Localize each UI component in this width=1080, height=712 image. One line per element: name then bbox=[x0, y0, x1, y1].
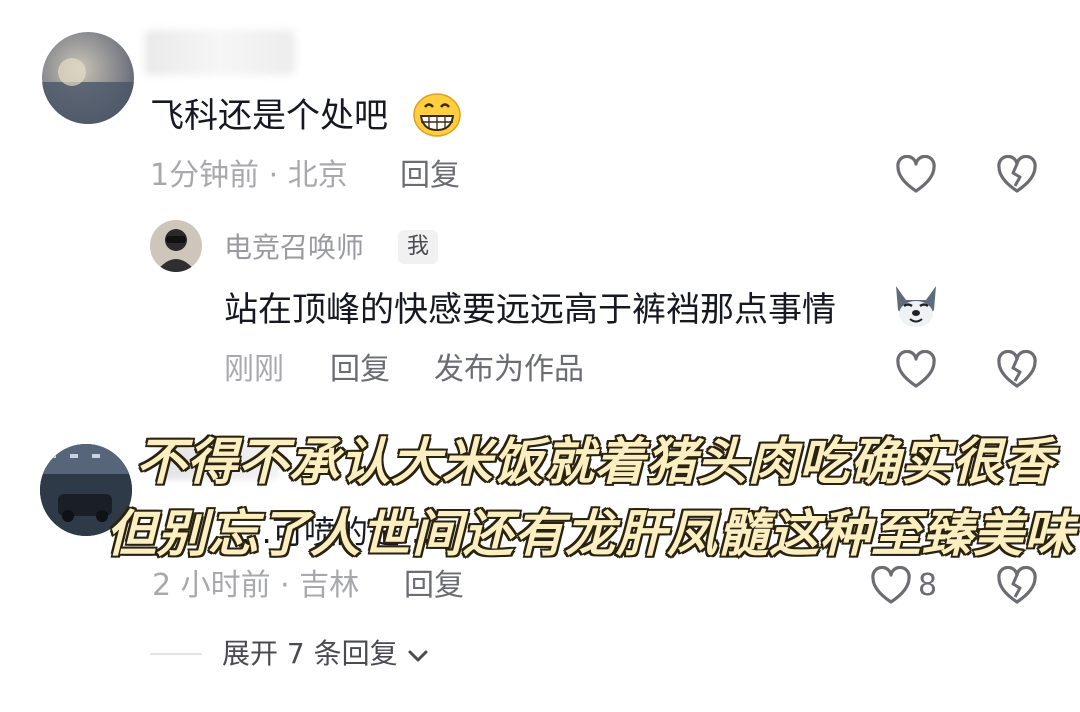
chevron-down-icon bbox=[407, 637, 429, 673]
self-badge: 我 bbox=[398, 230, 439, 264]
comment-time-location: 2 小时前 · 吉林 bbox=[152, 568, 360, 603]
comment-time-location: 1分钟前 · 北京 bbox=[150, 158, 348, 193]
reply-button[interactable]: 回复 bbox=[400, 158, 460, 194]
expand-replies-button[interactable]: 展开 7 条回复 bbox=[222, 636, 429, 673]
wolf-face-icon bbox=[890, 282, 942, 332]
commenter-avatar[interactable] bbox=[42, 32, 134, 124]
comment-text: 飞科还是个处吧 bbox=[150, 96, 388, 136]
grinning-face-icon bbox=[412, 92, 462, 138]
reply-username[interactable]: 电竞召唤师 bbox=[224, 230, 364, 266]
publish-as-work-button[interactable]: 发布为作品 bbox=[434, 352, 584, 388]
reply-text: 站在顶峰的快感要远远高于裤裆那点事情 bbox=[224, 290, 836, 330]
heart-icon[interactable] bbox=[870, 566, 912, 606]
reply-time: 刚刚 bbox=[224, 352, 284, 387]
reply-button[interactable]: 回复 bbox=[404, 568, 464, 604]
heart-icon[interactable] bbox=[895, 155, 937, 195]
heart-icon[interactable] bbox=[895, 350, 937, 390]
caption-line-1: 不得不承认大米饭就着猪头肉吃确实很香 bbox=[135, 432, 1055, 493]
expand-divider bbox=[150, 653, 202, 655]
username-blurred bbox=[145, 30, 295, 75]
dislike-broken-heart-icon[interactable] bbox=[996, 350, 1038, 390]
like-count: 8 bbox=[918, 568, 938, 603]
dislike-broken-heart-icon[interactable] bbox=[996, 566, 1038, 606]
reply-avatar[interactable] bbox=[150, 220, 202, 272]
dislike-broken-heart-icon[interactable] bbox=[996, 155, 1038, 195]
reply-button[interactable]: 回复 bbox=[330, 352, 390, 388]
caption-line-2: 但别忘了人世间还有龙肝凤髓这种至臻美味 bbox=[105, 504, 1076, 565]
